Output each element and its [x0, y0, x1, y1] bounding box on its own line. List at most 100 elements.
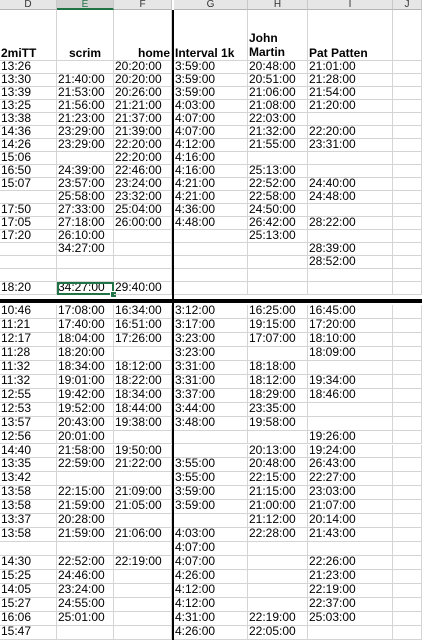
cell-i[interactable]: 26:43:00 — [308, 458, 393, 473]
cell-i[interactable]: 16:45:00 — [308, 305, 393, 319]
cell-d[interactable]: 15:47 — [0, 625, 57, 640]
cell-f[interactable]: 22:20:00 — [114, 139, 172, 152]
cell-f[interactable]: 17:26:00 — [114, 332, 172, 347]
cell-g[interactable] — [174, 282, 248, 295]
cell-j[interactable] — [393, 611, 422, 626]
header-pat-patten[interactable]: Pat Patten — [308, 10, 393, 61]
cell-i[interactable]: 28:39:00 — [308, 243, 393, 256]
cell-h[interactable]: 22:58:00 — [248, 191, 308, 204]
cell-e[interactable]: 17:08:00 — [57, 305, 114, 319]
cell-f[interactable] — [114, 256, 172, 269]
cell-h[interactable]: 22:28:00 — [248, 528, 308, 543]
cell-f[interactable]: 21:21:00 — [114, 100, 172, 113]
cell-h[interactable]: 21:06:00 — [248, 87, 308, 100]
cell-f[interactable]: 20:20:00 — [114, 74, 172, 87]
cell-h[interactable]: 19:58:00 — [248, 416, 308, 431]
cell-i[interactable]: 28:52:00 — [308, 256, 393, 269]
cell-j[interactable] — [393, 204, 422, 217]
cell-i[interactable]: 18:10:00 — [308, 332, 393, 347]
cell-g[interactable]: 4:07:00 — [174, 126, 248, 139]
cell-e[interactable]: 34:27:00 — [57, 243, 114, 256]
cell-g[interactable]: 4:36:00 — [174, 204, 248, 217]
cell-d[interactable]: 14:30 — [0, 556, 57, 571]
cell-f[interactable] — [114, 514, 172, 529]
cell-j[interactable] — [393, 402, 422, 417]
cell-h[interactable] — [248, 346, 308, 361]
cell-g[interactable]: 3:59:00 — [174, 486, 248, 501]
cell-e[interactable] — [57, 625, 114, 640]
cell-i[interactable]: 25:03:00 — [308, 611, 393, 626]
cell-e[interactable]: 17:40:00 — [57, 318, 114, 333]
cell-f[interactable]: 20:20:00 — [114, 61, 172, 74]
cell-d[interactable]: 11:32 — [0, 360, 57, 375]
cell-h[interactable]: 21:32:00 — [248, 126, 308, 139]
cell-e[interactable]: 21:53:00 — [57, 87, 114, 100]
cell-j[interactable] — [393, 230, 422, 243]
cell-i[interactable]: 23:03:00 — [308, 486, 393, 501]
cell-f[interactable] — [114, 430, 172, 445]
cell-i[interactable]: 22:19:00 — [308, 584, 393, 598]
cell-h[interactable]: 21:08:00 — [248, 100, 308, 113]
cell-d[interactable]: 15:07 — [0, 178, 57, 191]
cell-h[interactable]: 22:19:00 — [248, 611, 308, 626]
cell-h[interactable]: 22:05:00 — [248, 625, 308, 640]
cell-j[interactable] — [393, 152, 422, 165]
cell-j[interactable] — [393, 282, 422, 295]
cell-e[interactable]: 21:40:00 — [57, 74, 114, 87]
cell-d[interactable]: 14:26 — [0, 139, 57, 152]
cell-e[interactable]: 24:46:00 — [57, 570, 114, 584]
cell-d[interactable]: 16:50 — [0, 165, 57, 178]
cell-f[interactable] — [114, 269, 172, 282]
cell-f[interactable] — [114, 243, 172, 256]
cell-f[interactable]: 19:38:00 — [114, 416, 172, 431]
cell-f[interactable] — [114, 597, 172, 612]
cell-e[interactable]: 21:59:00 — [57, 500, 114, 515]
cell-i[interactable]: 18:46:00 — [308, 388, 393, 403]
cell-d[interactable]: 13:35 — [0, 458, 57, 473]
cell-f[interactable] — [114, 346, 172, 361]
cell-e[interactable]: 25:58:00 — [57, 191, 114, 204]
cell-d[interactable]: 16:06 — [0, 611, 57, 626]
cell-g[interactable]: 4:03:00 — [174, 100, 248, 113]
cell-h[interactable]: 24:50:00 — [248, 204, 308, 217]
cell-f[interactable]: 18:34:00 — [114, 388, 172, 403]
cell-d[interactable]: 13:58 — [0, 528, 57, 543]
cell-d[interactable]: 15:27 — [0, 597, 57, 612]
cell-h[interactable] — [248, 570, 308, 584]
cell-h[interactable]: 18:12:00 — [248, 374, 308, 389]
cell-e[interactable]: 26:10:00 — [57, 230, 114, 243]
cell-g[interactable] — [174, 430, 248, 445]
cell-e[interactable]: 19:52:00 — [57, 402, 114, 417]
cell-d[interactable]: 11:28 — [0, 346, 57, 361]
cell-i[interactable]: 21:28:00 — [308, 74, 393, 87]
cell-j[interactable] — [393, 178, 422, 191]
cell-g[interactable]: 4:16:00 — [174, 165, 248, 178]
cell-j[interactable] — [393, 113, 422, 126]
cell-h[interactable]: 20:13:00 — [248, 444, 308, 459]
cell-j[interactable] — [393, 444, 422, 459]
cell-d[interactable]: 11:32 — [0, 374, 57, 389]
cell-d[interactable]: 10:46 — [0, 305, 57, 319]
cell-i[interactable]: 23:31:00 — [308, 139, 393, 152]
cell-f[interactable]: 22:19:00 — [114, 556, 172, 571]
cell-i[interactable]: 17:20:00 — [308, 318, 393, 333]
cell-i[interactable]: 21:43:00 — [308, 528, 393, 543]
cell-e[interactable]: 22:15:00 — [57, 486, 114, 501]
cell-e[interactable]: 19:42:00 — [57, 388, 114, 403]
cell-g[interactable]: 4:03:00 — [174, 528, 248, 543]
cell-e[interactable]: 18:04:00 — [57, 332, 114, 347]
cell-f[interactable] — [114, 625, 172, 640]
spreadsheet-grid[interactable]: DEFGHIJ 2miTT scrim home Interval 1k Joh… — [0, 0, 422, 640]
cell-f[interactable]: 29:40:00 — [114, 282, 172, 295]
column-header-i[interactable]: I — [308, 0, 393, 10]
cell-e[interactable]: 22:59:00 — [57, 458, 114, 473]
cell-i[interactable] — [308, 542, 393, 557]
cell-d[interactable]: 13:39 — [0, 87, 57, 100]
header-2mitt[interactable]: 2miTT — [0, 10, 57, 61]
cell-j[interactable] — [393, 528, 422, 543]
cell-h[interactable]: 22:03:00 — [248, 113, 308, 126]
cell-h[interactable] — [248, 584, 308, 598]
cell-f[interactable]: 23:24:00 — [114, 178, 172, 191]
cell-e[interactable]: 22:52:00 — [57, 556, 114, 571]
cell-j[interactable] — [393, 458, 422, 473]
